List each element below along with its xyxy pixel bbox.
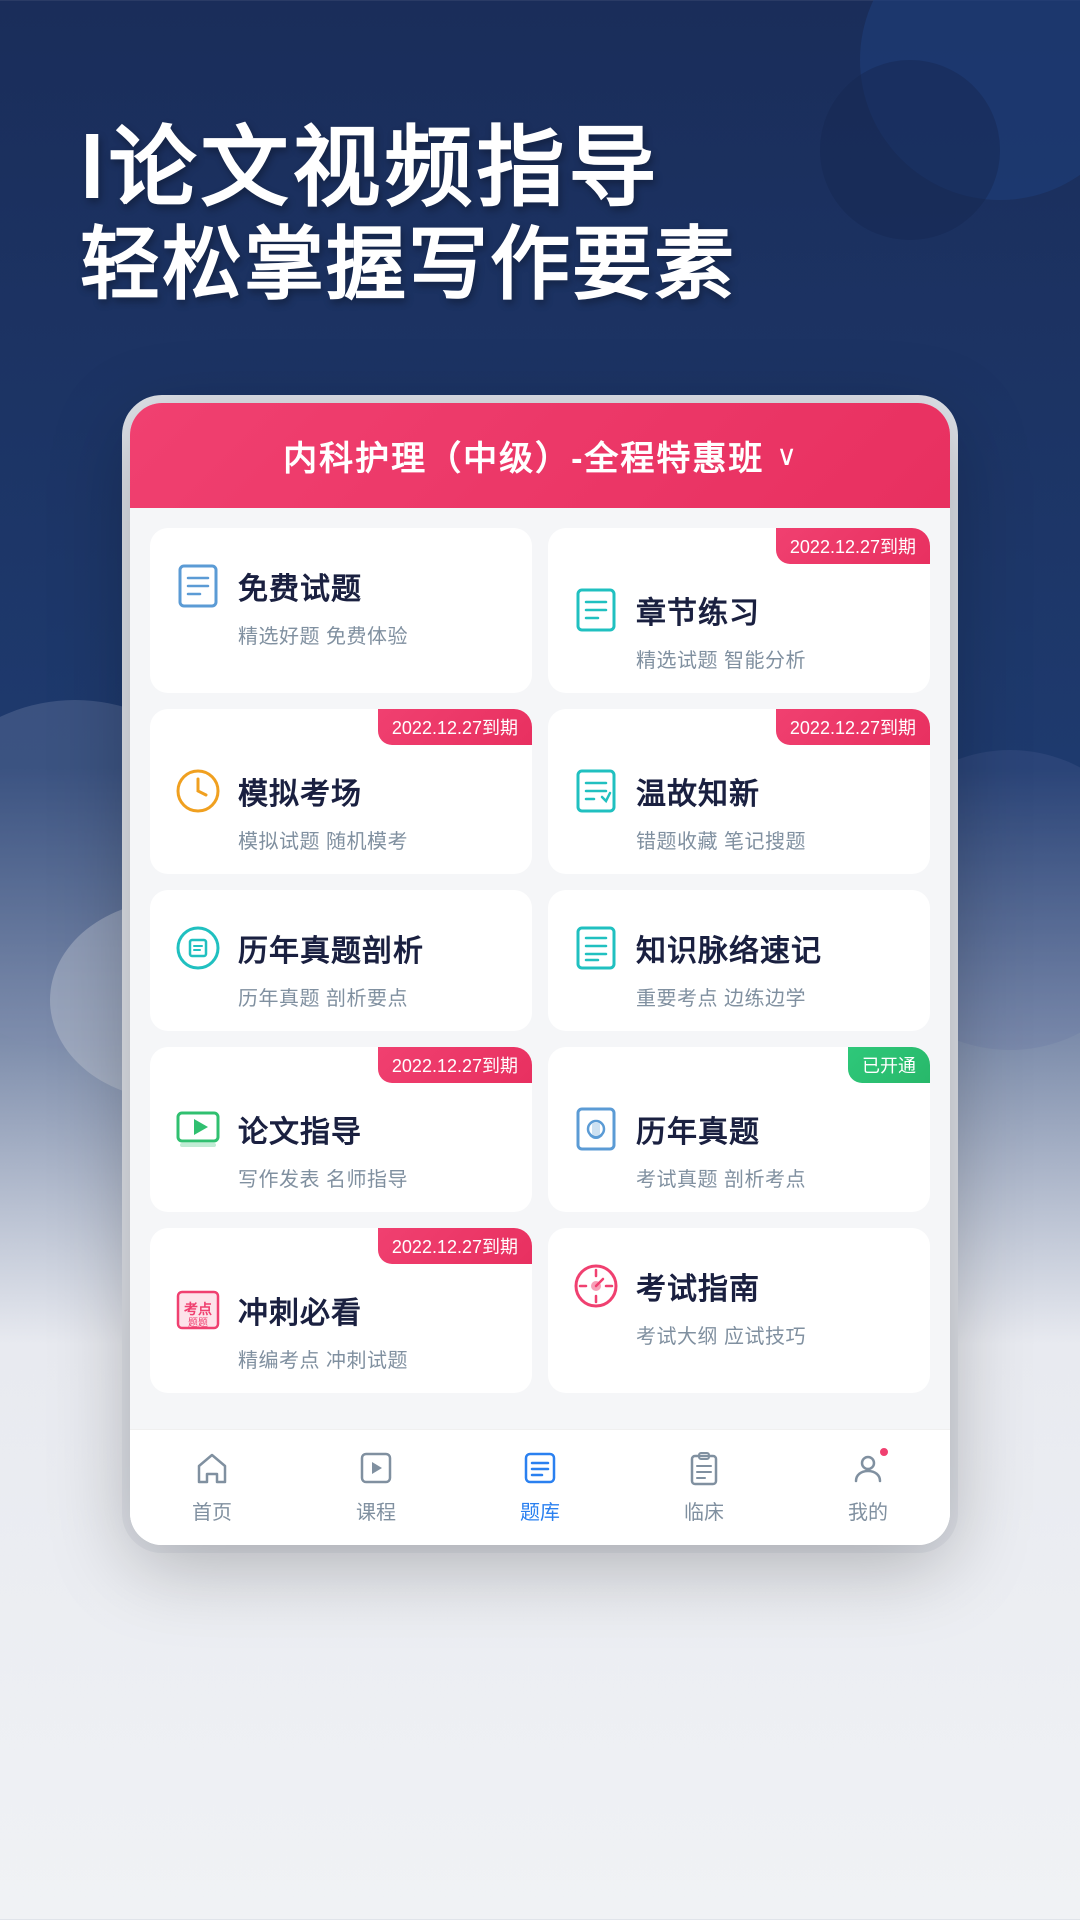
card-past-papers[interactable]: 已开通 历年真题 考试真题 剖析考点 [548, 1047, 930, 1212]
card-thesis-guide[interactable]: 2022.12.27到期 论文指导 写作发表 名师指导 [150, 1047, 532, 1212]
nav-home-label: 首页 [192, 1496, 232, 1525]
past-analysis-subtitle: 历年真题 剖析要点 [238, 982, 510, 1011]
chapter-practice-subtitle: 精选试题 智能分析 [636, 644, 908, 673]
free-questions-icon [172, 560, 224, 612]
free-questions-subtitle: 精选好题 免费体验 [238, 620, 510, 649]
list-icon [518, 1446, 562, 1490]
knowledge-map-title: 知识脉络速记 [636, 926, 822, 970]
card-sprint[interactable]: 2022.12.27到期 考点 题题 冲刺必看 精编考点 冲刺试题 [150, 1228, 532, 1393]
card-exam-guide[interactable]: 考试指南 考试大纲 应试技巧 [548, 1228, 930, 1393]
past-papers-subtitle: 考试真题 剖析考点 [636, 1163, 908, 1192]
review-badge: 2022.12.27到期 [776, 709, 930, 745]
exam-guide-icon [570, 1260, 622, 1312]
past-analysis-title: 历年真题剖析 [238, 926, 424, 970]
grid-row-1: 免费试题 精选好题 免费体验 2022.12.27到期 章节练习 [150, 528, 930, 693]
thesis-guide-badge: 2022.12.27到期 [378, 1047, 532, 1083]
grid-row-3: 历年真题剖析 历年真题 剖析要点 知识脉络速记 [150, 890, 930, 1031]
thesis-guide-title: 论文指导 [238, 1107, 362, 1151]
card-chapter-practice[interactable]: 2022.12.27到期 章节练习 精选试题 智能分析 [548, 528, 930, 693]
chapter-practice-icon [570, 584, 622, 636]
sprint-badge: 2022.12.27到期 [378, 1228, 532, 1264]
nav-mine[interactable]: 我的 [846, 1446, 890, 1525]
mock-exam-title: 模拟考场 [238, 769, 362, 813]
course-title: 内科护理（中级）-全程特惠班 [283, 431, 764, 480]
course-header[interactable]: 内科护理（中级）-全程特惠班 ∨ [130, 403, 950, 508]
knowledge-map-subtitle: 重要考点 边练边学 [636, 982, 908, 1011]
device-frame: 内科护理（中级）-全程特惠班 ∨ 免费试题 精选 [130, 403, 950, 1545]
card-knowledge-map[interactable]: 知识脉络速记 重要考点 边练边学 [548, 890, 930, 1031]
grid-row-2: 2022.12.27到期 模拟考场 模拟试题 随机模考 2022.12.27到期 [150, 709, 930, 874]
card-mock-exam[interactable]: 2022.12.27到期 模拟考场 模拟试题 随机模考 [150, 709, 532, 874]
exam-guide-subtitle: 考试大纲 应试技巧 [636, 1320, 908, 1349]
hero-line2: 轻松掌握写作要素 [80, 217, 1000, 313]
nav-course-label: 课程 [356, 1496, 396, 1525]
exam-guide-title: 考试指南 [636, 1264, 760, 1308]
past-papers-icon [570, 1103, 622, 1155]
hero-line1: l论文视频指导 [80, 120, 1000, 217]
sprint-subtitle: 精编考点 冲刺试题 [238, 1344, 510, 1373]
mock-exam-icon [172, 765, 224, 817]
sprint-icon: 考点 题题 [172, 1284, 224, 1336]
nav-mine-label: 我的 [848, 1496, 888, 1525]
nav-clinical[interactable]: 临床 [682, 1446, 726, 1525]
card-free-questions[interactable]: 免费试题 精选好题 免费体验 [150, 528, 532, 693]
card-past-analysis[interactable]: 历年真题剖析 历年真题 剖析要点 [150, 890, 532, 1031]
grid-row-5: 2022.12.27到期 考点 题题 冲刺必看 精编考点 冲刺试题 [150, 1228, 930, 1393]
past-analysis-icon [172, 922, 224, 974]
thesis-guide-subtitle: 写作发表 名师指导 [238, 1163, 510, 1192]
svg-text:考点: 考点 [184, 1301, 212, 1317]
nav-questionbank-label: 题库 [520, 1496, 560, 1525]
svg-text:题题: 题题 [188, 1317, 208, 1329]
user-icon [846, 1446, 890, 1490]
grid-row-4: 2022.12.27到期 论文指导 写作发表 名师指导 已开通 [150, 1047, 930, 1212]
free-questions-title: 免费试题 [238, 564, 362, 608]
sprint-title: 冲刺必看 [238, 1288, 362, 1332]
mock-exam-subtitle: 模拟试题 随机模考 [238, 825, 510, 854]
review-title: 温故知新 [636, 769, 760, 813]
chapter-practice-badge: 2022.12.27到期 [776, 528, 930, 564]
review-icon [570, 765, 622, 817]
nav-course[interactable]: 课程 [354, 1446, 398, 1525]
play-icon [354, 1446, 398, 1490]
nav-home[interactable]: 首页 [190, 1446, 234, 1525]
nav-questionbank[interactable]: 题库 [518, 1446, 562, 1525]
knowledge-map-icon [570, 922, 622, 974]
nav-clinical-label: 临床 [684, 1496, 724, 1525]
review-subtitle: 错题收藏 笔记搜题 [636, 825, 908, 854]
bottom-nav: 首页 课程 题库 [130, 1429, 950, 1545]
grid-content: 免费试题 精选好题 免费体验 2022.12.27到期 章节练习 [130, 508, 950, 1429]
card-review[interactable]: 2022.12.27到期 温故知新 错题收藏 笔记搜题 [548, 709, 930, 874]
thesis-guide-icon [172, 1103, 224, 1155]
chapter-practice-title: 章节练习 [636, 588, 760, 632]
home-icon [190, 1446, 234, 1490]
mock-exam-badge: 2022.12.27到期 [378, 709, 532, 745]
past-papers-badge: 已开通 [848, 1047, 930, 1083]
hero-section: l论文视频指导 轻松掌握写作要素 [0, 0, 1080, 353]
past-papers-title: 历年真题 [636, 1107, 760, 1151]
dropdown-icon: ∨ [776, 439, 797, 472]
clipboard-icon [682, 1446, 726, 1490]
